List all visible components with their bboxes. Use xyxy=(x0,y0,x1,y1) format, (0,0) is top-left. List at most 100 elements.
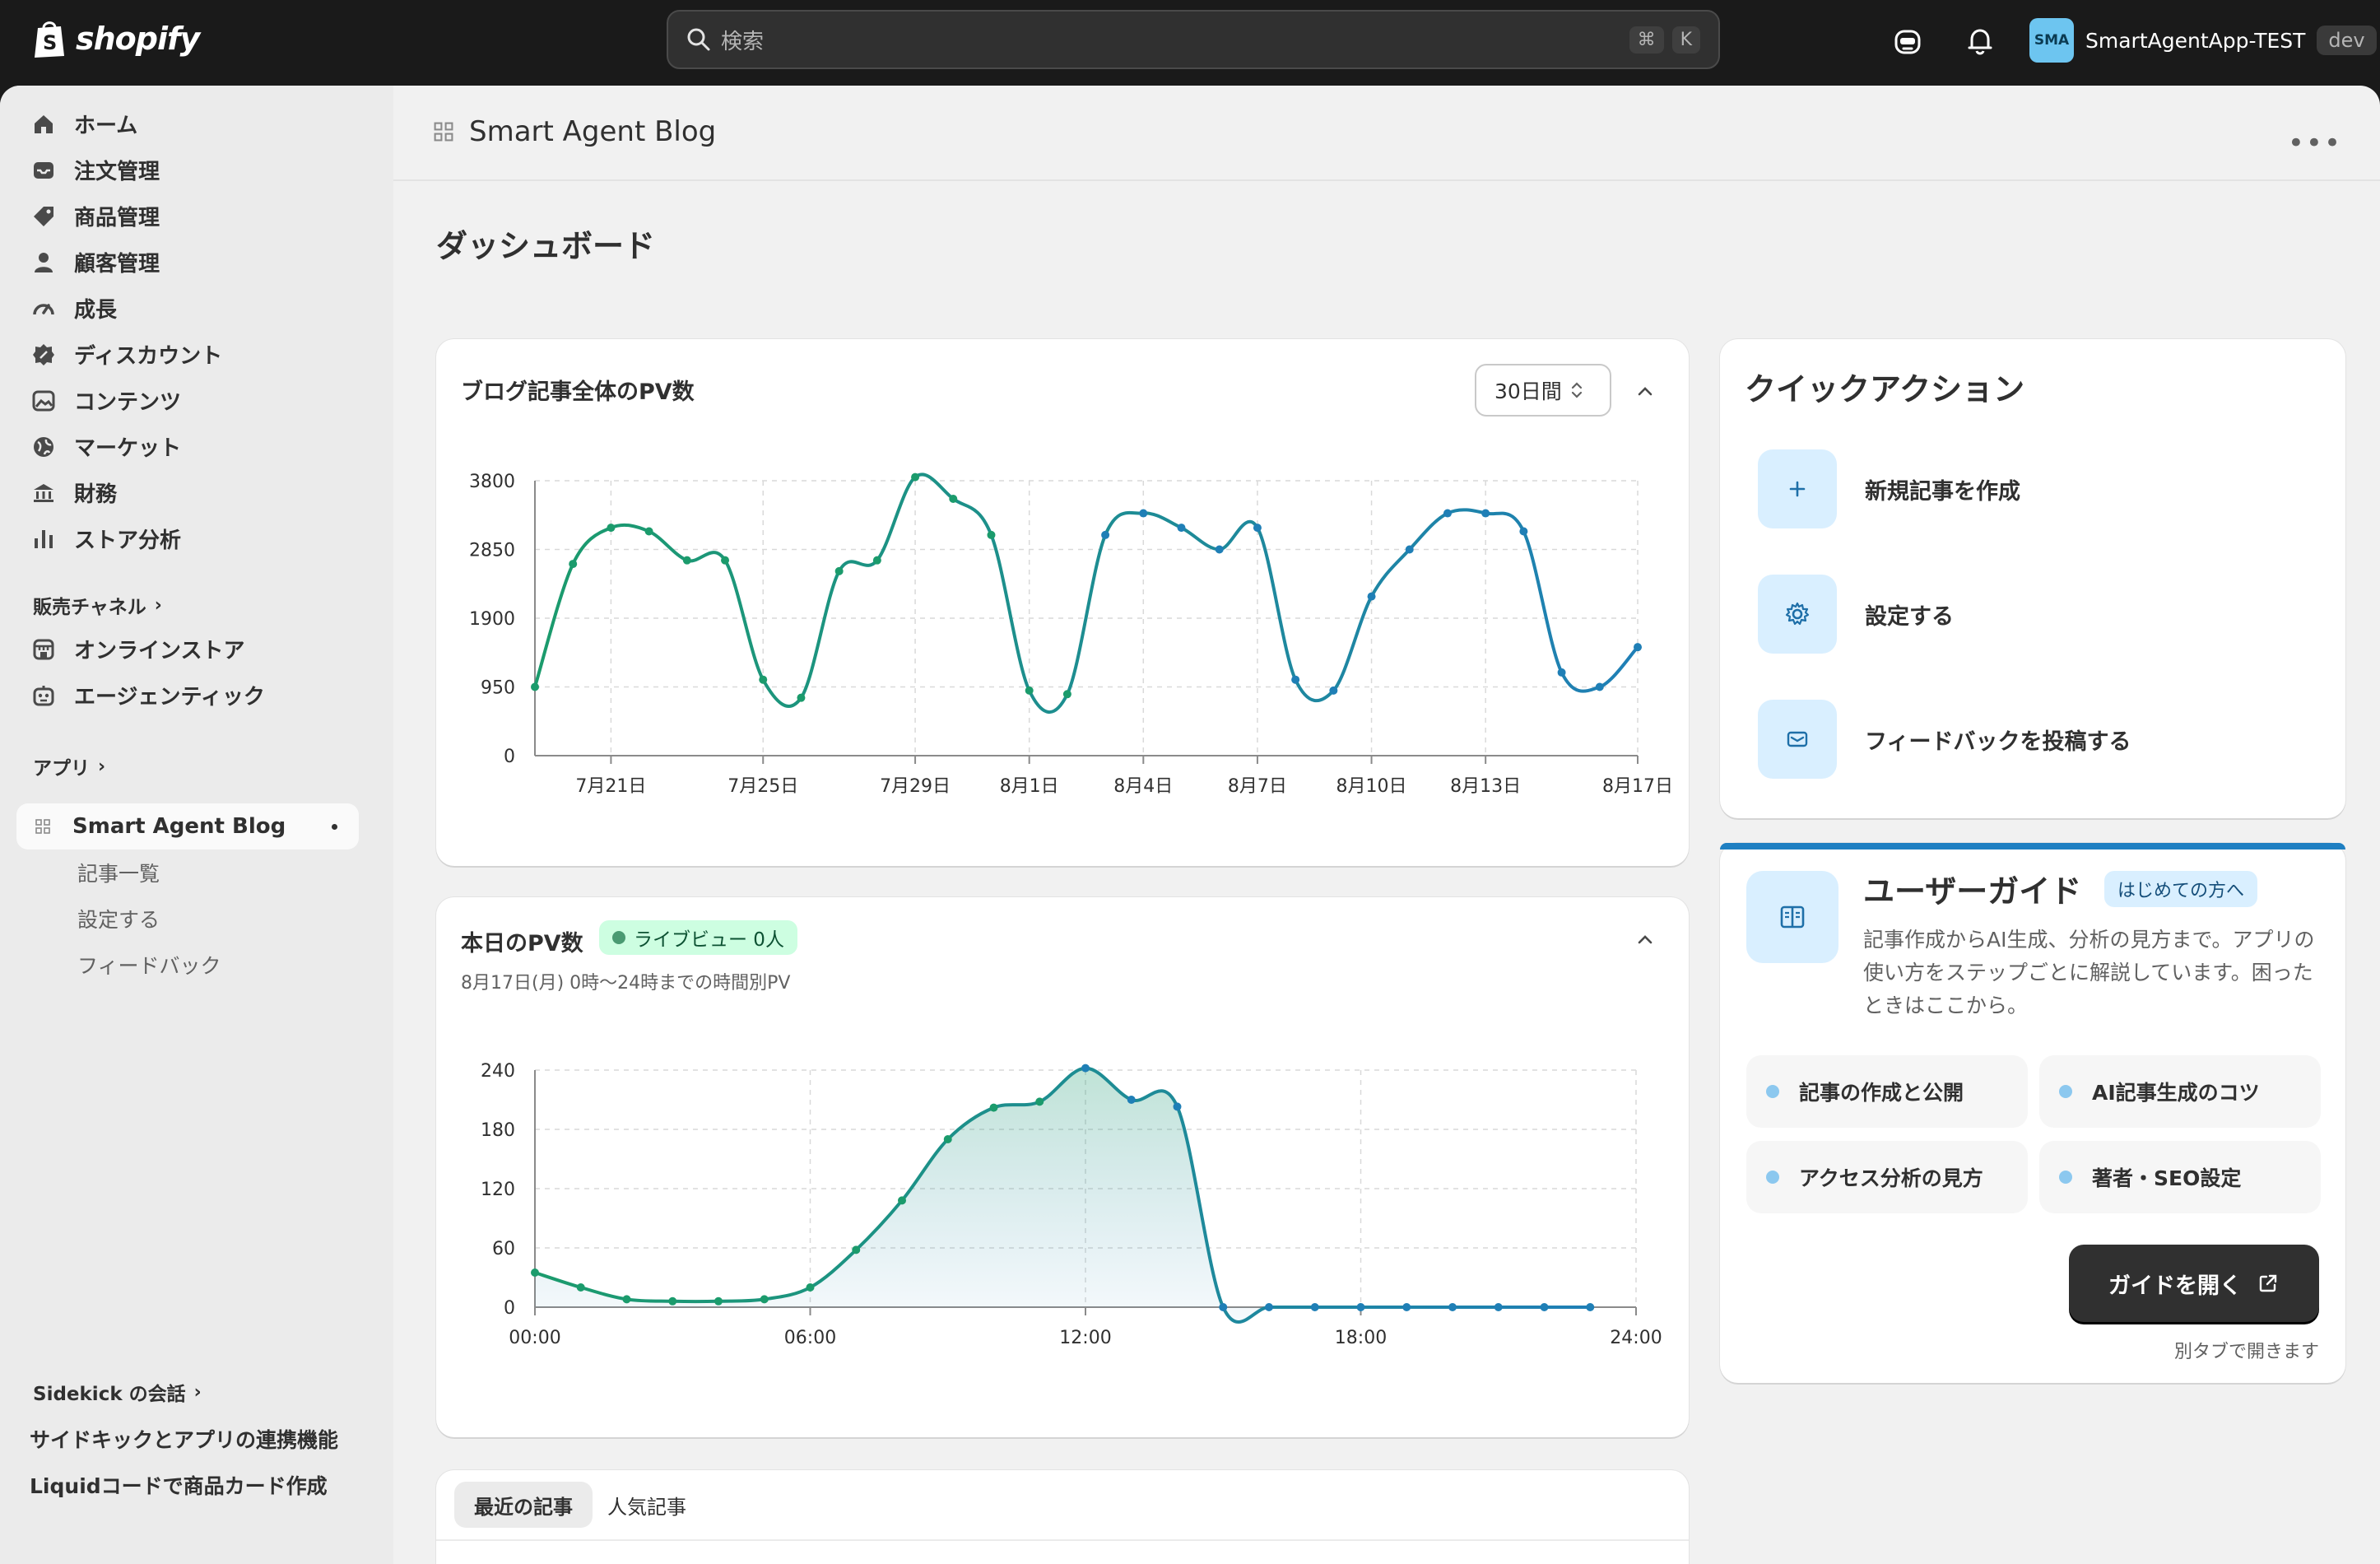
guide-topic-label: 記事の作成と公開 xyxy=(1799,1081,1964,1105)
open-guide-button[interactable]: ガイドを開く xyxy=(2069,1245,2319,1322)
sidebar-item-content[interactable]: コンテンツ xyxy=(31,385,181,416)
y-tick-label: 0 xyxy=(504,747,515,767)
collapse-chevron-icon[interactable] xyxy=(1634,929,1656,950)
y-tick-label: 60 xyxy=(492,1239,515,1259)
guide-title: ユーザーガイド xyxy=(1863,873,2082,910)
data-point xyxy=(682,556,691,565)
inbox-icon xyxy=(34,161,53,179)
x-tick-label: 7月29日 xyxy=(880,776,951,797)
guide-note: 別タブで開きます xyxy=(2173,1342,2319,1362)
data-point xyxy=(987,530,996,539)
sidebar-subitem-settings[interactable]: 設定する xyxy=(77,904,160,933)
tab-recent-articles[interactable]: 最近の記事 xyxy=(454,1482,593,1528)
data-point xyxy=(1253,524,1262,533)
x-tick-label: 7月21日 xyxy=(575,776,646,797)
search-icon xyxy=(687,28,710,51)
bar-chart-icon xyxy=(35,529,53,548)
sidekick-conversation-1[interactable]: サイドキックとアプリの連携機能 xyxy=(30,1424,338,1454)
guide-topic-chip[interactable]: アクセス分析の見方 xyxy=(1746,1141,2028,1213)
x-tick-label: 8月7日 xyxy=(1228,776,1287,797)
guide-accent-bar xyxy=(1720,843,2345,849)
data-point xyxy=(1481,509,1490,518)
svg-text:S: S xyxy=(43,31,57,54)
more-actions-icon[interactable]: ••• xyxy=(2288,127,2342,160)
x-tick-label: 8月10日 xyxy=(1336,776,1407,797)
sidebar-item-markets[interactable]: マーケット xyxy=(31,431,181,462)
quick-action-new-article[interactable]: 新規記事を作成 xyxy=(1758,449,2020,528)
guide-badge: はじめての方へ xyxy=(2104,871,2258,907)
data-point xyxy=(1081,1064,1090,1073)
guide-description: 記事作成からAI生成、分析の見方まで。アプリの使い方をステップごとに解説していま… xyxy=(1863,928,2315,1017)
guide-topic-label: AI記事生成のコツ xyxy=(2092,1081,2260,1105)
store-switcher[interactable]: SMA SmartAgentApp-TEST dev xyxy=(2029,18,2377,63)
data-point xyxy=(852,1245,861,1254)
sidekick-header[interactable]: Sidekick の会話 › xyxy=(33,1378,202,1406)
sidebar-item-label: ストア分析 xyxy=(74,528,182,553)
data-point xyxy=(1310,1303,1319,1311)
gauge-icon xyxy=(33,303,54,314)
tab-popular-articles[interactable]: 人気記事 xyxy=(588,1482,706,1528)
mail-icon xyxy=(1758,700,1837,779)
robot-icon xyxy=(33,685,54,705)
x-tick-label: 8月13日 xyxy=(1450,776,1521,797)
sidebar-item-smart-agent-blog[interactable]: Smart Agent Blog xyxy=(16,803,359,849)
chevron-right-icon: › xyxy=(193,1381,202,1403)
sidebar-item-home[interactable]: ホーム xyxy=(31,109,137,139)
globe-icon xyxy=(34,436,53,457)
data-point xyxy=(1402,1303,1411,1311)
data-point xyxy=(714,1296,723,1306)
sidebar-item-label: ディスカウント xyxy=(74,344,223,369)
sidekick-conversation-2[interactable]: Liquidコードで商品カード作成 xyxy=(30,1470,328,1500)
sidebar-item-products[interactable]: 商品管理 xyxy=(31,201,160,231)
data-point xyxy=(1540,1303,1549,1311)
y-tick-label: 950 xyxy=(481,678,515,699)
sidebar-item-online-store[interactable]: オンラインストア xyxy=(31,634,244,664)
shopify-bag-icon: S xyxy=(35,21,64,58)
data-point xyxy=(806,1283,815,1292)
sidebar-item-label: 成長 xyxy=(74,298,118,323)
tag-icon xyxy=(34,206,53,226)
y-tick-label: 0 xyxy=(504,1298,515,1319)
bell-icon[interactable] xyxy=(1964,25,1997,58)
sidebar-item-growth[interactable]: 成長 xyxy=(31,293,117,324)
data-point xyxy=(943,1135,952,1143)
sidekick-label: Sidekick の会話 xyxy=(33,1384,186,1405)
sales-channels-header[interactable]: 販売チャネル › xyxy=(33,591,162,619)
data-point xyxy=(1519,527,1528,536)
plus-icon xyxy=(1758,449,1837,528)
sidebar-item-customers[interactable]: 顧客管理 xyxy=(31,247,160,277)
data-point xyxy=(1494,1303,1503,1311)
sidebar-subitem-feedback[interactable]: フィードバック xyxy=(77,950,221,980)
apps-header[interactable]: アプリ › xyxy=(33,752,105,780)
guide-topic-chip[interactable]: 著者・SEO設定 xyxy=(2039,1141,2321,1213)
shortcut-key-cmd: ⌘ xyxy=(1629,26,1664,54)
shopify-logo[interactable]: S shopify xyxy=(31,18,200,59)
sidebar-subitem-articles[interactable]: 記事一覧 xyxy=(77,858,160,887)
user-guide-card: ユーザーガイド はじめての方へ 記事作成からAI生成、分析の見方まで。アプリの使… xyxy=(1720,843,2345,1383)
quick-action-settings[interactable]: 設定する xyxy=(1758,575,1954,654)
main-content: Smart Agent Blog ••• ダッシュボード ブログ記事全体のPV数… xyxy=(393,86,2380,1564)
guide-topic-chip[interactable]: 記事の作成と公開 xyxy=(1746,1055,2028,1128)
data-point xyxy=(1586,1303,1595,1311)
sidebar-item-finance[interactable]: 財務 xyxy=(31,477,117,508)
data-point xyxy=(1443,509,1452,518)
data-point xyxy=(668,1296,677,1306)
data-point xyxy=(1405,545,1414,554)
data-point xyxy=(531,1268,539,1277)
apps-label: アプリ xyxy=(33,758,90,780)
guide-topic-chip[interactable]: AI記事生成のコツ xyxy=(2039,1055,2321,1128)
gear-icon xyxy=(1758,575,1837,654)
data-point xyxy=(1634,643,1642,652)
sidekick-icon[interactable] xyxy=(1891,25,1924,58)
x-tick-label: 7月25日 xyxy=(727,776,798,797)
sidebar-item-analytics[interactable]: ストア分析 xyxy=(31,524,181,554)
data-point xyxy=(1367,592,1376,601)
sidebar-item-discounts[interactable]: ディスカウント xyxy=(31,339,222,370)
quick-action-feedback[interactable]: フィードバックを投稿する xyxy=(1758,700,2131,779)
sales-channels-label: 販売チャネル xyxy=(33,597,146,618)
search-bar[interactable]: 検索 ⌘ K xyxy=(667,10,1720,69)
sidebar-item-agentic[interactable]: エージェンティック xyxy=(31,680,265,710)
sidebar-item-label: コンテンツ xyxy=(74,390,182,415)
data-point xyxy=(760,1295,769,1304)
sidebar-item-orders[interactable]: 注文管理 xyxy=(31,155,160,185)
